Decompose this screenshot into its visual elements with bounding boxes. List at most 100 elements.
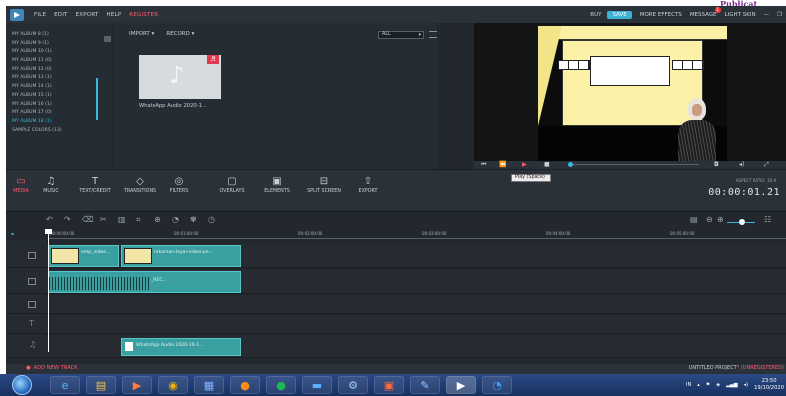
music-icon: ♫ xyxy=(46,176,56,187)
firefox-icon[interactable]: ● xyxy=(230,376,260,394)
internet-explorer-icon[interactable]: e xyxy=(50,376,80,394)
tab-media[interactable]: ▭ MEDIA xyxy=(8,175,34,194)
antivirus-icon[interactable]: ◈ xyxy=(716,382,720,388)
link-icon[interactable]: ⚭ xyxy=(10,231,15,238)
filmora-taskbar-icon[interactable]: ▶ xyxy=(446,376,476,394)
filter-select[interactable]: ALL xyxy=(378,31,424,39)
menu-register[interactable]: REGISTER xyxy=(129,12,158,18)
tabs-bar: ▭ MEDIA ♫ MUSIC T TEXT/CREDIT ◇ TRANSITI… xyxy=(6,169,786,211)
album-scrollbar[interactable] xyxy=(96,78,98,120)
messages-button[interactable]: MESSAGE 1 xyxy=(689,6,721,18)
tab-elements[interactable]: ▣ ELEMENTS xyxy=(258,175,296,194)
audio-waveform xyxy=(49,277,149,290)
redo-icon[interactable]: ↷ xyxy=(64,215,71,224)
tab-transitions[interactable]: ◇ TRANSITIONS xyxy=(120,175,160,194)
zoom-in-icon[interactable]: ⊕ xyxy=(717,215,724,224)
play-icon[interactable]: ▶ xyxy=(522,161,527,168)
network-app-icon[interactable]: ⚙ xyxy=(338,376,368,394)
preview-panel xyxy=(474,23,786,169)
zoom-slider-knob[interactable] xyxy=(739,219,745,225)
flag-icon[interactable]: ⚑ xyxy=(706,382,710,388)
zoom-crop-icon[interactable]: ⊕ xyxy=(154,215,161,224)
album-item[interactable]: MY ALBUM 9 (1) xyxy=(12,40,112,49)
chrome-icon[interactable]: ◉ xyxy=(158,376,188,394)
menu-file[interactable]: FILE xyxy=(34,12,46,18)
video-track-icon xyxy=(28,252,36,259)
project-title: UNTITLED PROJECT xyxy=(688,365,737,371)
grid-view-icon[interactable]: ☷ xyxy=(764,215,771,224)
window-app-icon[interactable]: ▦ xyxy=(194,376,224,394)
tray-arrow-icon[interactable]: ▴ xyxy=(697,382,700,388)
zoom-out-icon[interactable]: ⊖ xyxy=(706,215,713,224)
skin-toggle[interactable]: LIGHT SKIN xyxy=(725,12,756,18)
playhead-line[interactable] xyxy=(48,230,49,352)
video-editor-window: FILE EDIT EXPORT HELP REGISTER BUY SAVE … xyxy=(6,6,786,374)
stop-icon[interactable]: ■ xyxy=(544,161,550,168)
fullscreen-icon[interactable]: ⤢ xyxy=(764,161,769,169)
tab-split-screen[interactable]: ⊟ SPLIT SCREEN xyxy=(300,175,348,194)
add-new-track-button[interactable]: ADD NEW TRACK xyxy=(26,365,78,371)
speaker-icon[interactable]: ◂) xyxy=(744,382,748,388)
message-count-badge: 1 xyxy=(714,6,721,13)
music-file-icon xyxy=(125,342,133,351)
powerpoint-icon[interactable]: ▣ xyxy=(374,376,404,394)
audio-clip[interactable]: _REC... xyxy=(48,271,241,293)
cut-icon[interactable]: ✂ xyxy=(100,215,107,224)
preview-progress-track[interactable] xyxy=(569,164,699,165)
edge-icon[interactable]: ◔ xyxy=(482,376,512,394)
file-explorer-icon[interactable]: ▤ xyxy=(86,376,116,394)
spotify-icon[interactable]: ● xyxy=(266,376,296,394)
signal-icon[interactable]: ▂▄▆ xyxy=(726,382,738,388)
duration-icon[interactable]: ◷ xyxy=(208,215,215,224)
render-icon[interactable]: ▤ xyxy=(690,215,698,224)
record-dropdown[interactable]: RECORD ▾ xyxy=(166,31,194,37)
media-thumbnail[interactable]: ♪ ♬ xyxy=(139,55,221,99)
undo-icon[interactable]: ↶ xyxy=(46,215,53,224)
album-item[interactable]: MY ALBUM 12 (0) xyxy=(12,66,112,75)
paint-icon[interactable]: ✎ xyxy=(410,376,440,394)
overlay-track xyxy=(6,296,786,314)
minimize-icon[interactable]: — xyxy=(764,12,770,18)
album-item[interactable]: SAMPLE COLORS (13) xyxy=(12,127,112,136)
start-button[interactable] xyxy=(12,375,32,395)
speed-icon[interactable]: ◔ xyxy=(172,215,179,224)
media-player-icon[interactable]: ▶ xyxy=(122,376,152,394)
color-icon[interactable]: ✾ xyxy=(190,215,197,224)
maximize-icon[interactable]: ❐ xyxy=(777,12,782,18)
list-view-icon[interactable] xyxy=(429,31,437,38)
album-item[interactable]: MY ALBUM 10 (1) xyxy=(12,48,112,57)
buy-button[interactable]: BUY xyxy=(590,12,601,18)
timeline-ruler[interactable]: 00:00:00:00 00:01:00:00 00:02:00:00 00:0… xyxy=(6,230,786,240)
tab-text-credit[interactable]: T TEXT/CREDIT xyxy=(72,175,118,194)
trash-icon[interactable]: ▥ xyxy=(118,215,126,224)
taskbar-clock[interactable]: 23:50 19/10/2020 xyxy=(754,378,784,392)
snapshot-icon[interactable]: ◘ xyxy=(714,161,719,168)
album-item[interactable]: MY ALBUM 11 (0) xyxy=(12,57,112,66)
messages-label: MESSAGE xyxy=(689,11,717,18)
menu-export[interactable]: EXPORT xyxy=(76,12,99,18)
language-indicator[interactable]: IN xyxy=(686,382,691,388)
tab-export[interactable]: ⇧ EXPORT xyxy=(350,175,386,194)
export-icon: ⇧ xyxy=(363,176,373,187)
more-effects-button[interactable]: MORE EFFECTS xyxy=(640,12,682,18)
menu-help[interactable]: HELP xyxy=(107,12,122,18)
crop-icon[interactable]: ⌗ xyxy=(136,215,141,225)
video-clip[interactable]: emp_video... xyxy=(48,245,119,267)
save-button[interactable]: SAVE xyxy=(607,10,632,19)
step-back-icon[interactable]: ⏪ xyxy=(499,161,506,168)
tab-filters[interactable]: ◎ FILTERS xyxy=(164,175,194,194)
system-tray: IN ▴ ⚑ ◈ ▂▄▆ ◂) 23:50 19/10/2020 xyxy=(686,376,784,394)
volume-icon[interactable]: ◂) xyxy=(739,161,744,168)
menu-edit[interactable]: EDIT xyxy=(54,12,68,18)
delete-icon[interactable]: ⌫ xyxy=(82,215,93,224)
music-clip[interactable]: WhatsApp Audio 2020-10-1... xyxy=(121,338,241,356)
camera-app-icon[interactable]: ▬ xyxy=(302,376,332,394)
import-dropdown[interactable]: IMPORT ▾ xyxy=(129,31,154,37)
tab-music[interactable]: ♫ MUSIC xyxy=(38,175,64,194)
preview-progress-knob[interactable] xyxy=(568,162,573,167)
add-folder-icon[interactable] xyxy=(104,36,111,42)
video-clip[interactable]: rekaman-layar-video-pe... xyxy=(121,245,241,267)
tab-overlays[interactable]: ▢ OVERLAYS xyxy=(212,175,252,194)
skip-back-icon[interactable]: ⏮ xyxy=(481,161,486,169)
album-item[interactable]: MY ALBUM 8 (1) xyxy=(12,31,112,40)
